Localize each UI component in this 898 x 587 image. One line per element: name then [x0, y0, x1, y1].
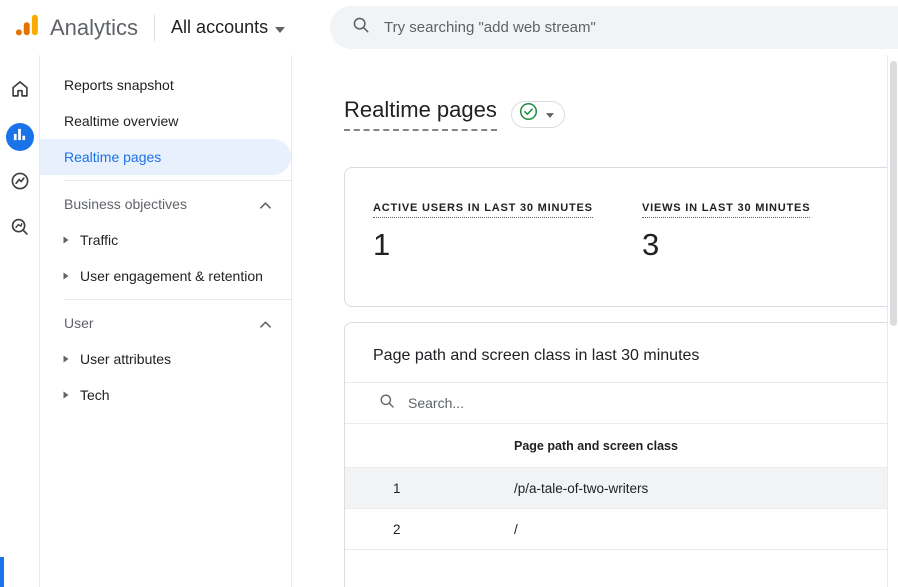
rail-item-reports[interactable] — [6, 123, 34, 151]
header-divider — [154, 15, 155, 41]
metric-views: VIEWS IN LAST 30 MINUTES 3 — [642, 198, 898, 306]
page-path-table-card: Page path and screen class in last 30 mi… — [344, 322, 898, 587]
reports-sidebar: Reports snapshot Realtime overview Realt… — [40, 55, 292, 587]
row-rank: 1 — [345, 481, 514, 496]
metric-label: ACTIVE USERS IN LAST 30 MINUTES — [373, 202, 593, 218]
sidebar-section-business-objectives[interactable]: Business objectives — [40, 186, 291, 222]
chevron-down-icon — [275, 17, 285, 38]
table-header-row: Page path and screen class — [345, 424, 898, 467]
expand-triangle-icon — [62, 236, 80, 244]
main-content: Realtime pages ACTIVE USERS IN LAST 30 M… — [292, 55, 898, 587]
row-rank: 2 — [345, 522, 514, 537]
sidebar-item-user-attributes[interactable]: User attributes — [40, 341, 291, 377]
sidebar-item-label: Realtime overview — [64, 113, 178, 129]
left-icon-rail — [0, 55, 40, 587]
row-page-path: / — [514, 522, 898, 537]
advertising-icon — [9, 216, 31, 243]
account-selector[interactable]: All accounts — [171, 17, 285, 38]
global-search-bar[interactable] — [330, 6, 898, 49]
table-search-bar[interactable] — [345, 383, 898, 423]
chevron-up-icon — [260, 196, 271, 212]
sidebar-item-realtime-overview[interactable]: Realtime overview — [40, 103, 291, 139]
scrollbar-thumb[interactable] — [890, 61, 897, 326]
expand-triangle-icon — [62, 272, 80, 280]
rail-item-home[interactable] — [6, 77, 34, 105]
expand-triangle-icon — [62, 391, 80, 399]
rail-scroll-indicator — [0, 557, 4, 587]
table-bottom-divider — [345, 549, 898, 550]
rail-item-advertising[interactable] — [6, 215, 34, 243]
realtime-metrics-card: ACTIVE USERS IN LAST 30 MINUTES 1 VIEWS … — [344, 167, 898, 307]
app-header: Analytics All accounts — [0, 0, 898, 55]
sidebar-item-label: Reports snapshot — [64, 77, 174, 93]
analytics-logo-icon — [14, 11, 40, 44]
reports-icon — [12, 127, 27, 147]
sidebar-item-tech[interactable]: Tech — [40, 377, 291, 413]
sidebar-item-traffic[interactable]: Traffic — [40, 222, 291, 258]
row-page-path: /p/a-tale-of-two-writers — [514, 481, 898, 496]
account-selector-label: All accounts — [171, 17, 268, 38]
column-header-page-path[interactable]: Page path and screen class — [345, 439, 678, 453]
sidebar-divider — [64, 299, 291, 300]
global-search-input[interactable] — [384, 19, 804, 36]
app-name: Analytics — [50, 15, 138, 41]
sidebar-item-label: User engagement & retention — [80, 268, 263, 284]
explore-icon — [9, 170, 31, 197]
sidebar-item-label: Realtime pages — [64, 149, 161, 165]
sidebar-divider — [64, 180, 291, 181]
table-search-input[interactable] — [408, 395, 708, 411]
expand-triangle-icon — [62, 355, 80, 363]
sidebar-item-label: Tech — [80, 387, 110, 403]
chevron-down-icon — [546, 105, 554, 123]
check-circle-icon — [519, 102, 538, 126]
vertical-scrollbar — [887, 55, 898, 587]
table-card-title: Page path and screen class in last 30 mi… — [345, 323, 898, 382]
metric-value: 3 — [642, 227, 898, 263]
analytics-logo[interactable]: Analytics — [14, 11, 138, 44]
home-icon — [9, 78, 31, 105]
sidebar-item-label: Traffic — [80, 232, 118, 248]
page-title: Realtime pages — [344, 97, 497, 131]
sidebar-item-label: User attributes — [80, 351, 171, 367]
sidebar-item-reports-snapshot[interactable]: Reports snapshot — [40, 67, 291, 103]
rail-item-explore[interactable] — [6, 169, 34, 197]
search-icon — [352, 16, 370, 39]
sidebar-item-realtime-pages[interactable]: Realtime pages — [40, 139, 291, 175]
metric-label: VIEWS IN LAST 30 MINUTES — [642, 202, 810, 218]
table-row: 1 /p/a-tale-of-two-writers — [345, 467, 898, 508]
sidebar-item-user-engagement-retention[interactable]: User engagement & retention — [40, 258, 291, 294]
sidebar-section-user[interactable]: User — [40, 305, 291, 341]
table-row: 2 / — [345, 508, 898, 549]
chevron-up-icon — [260, 315, 271, 331]
sidebar-section-label: User — [64, 315, 94, 331]
metric-value: 1 — [373, 227, 642, 263]
search-icon — [379, 393, 395, 414]
metric-active-users: ACTIVE USERS IN LAST 30 MINUTES 1 — [373, 198, 642, 306]
report-status-dropdown[interactable] — [511, 101, 565, 128]
sidebar-section-label: Business objectives — [64, 196, 187, 212]
